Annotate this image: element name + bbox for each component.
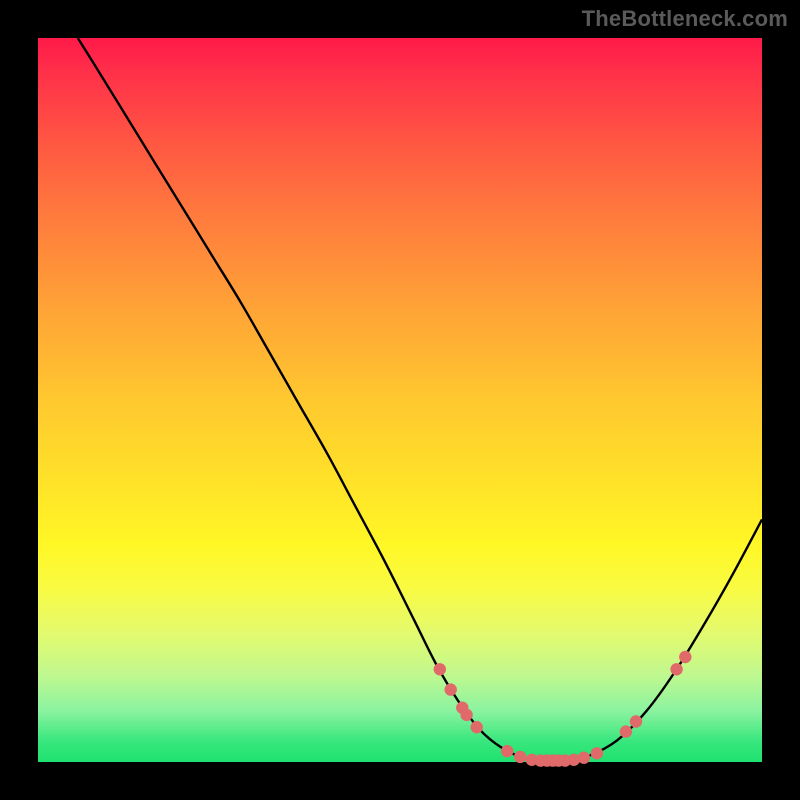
marker-dot [471,721,483,733]
marker-dot [630,715,642,727]
marker-dot [679,651,691,663]
marker-dot [434,663,446,675]
marker-dot [514,751,526,763]
bottleneck-curve [78,38,762,761]
marker-dot [460,709,472,721]
marker-dots-group [434,651,692,767]
marker-dot [445,683,457,695]
watermark-text: TheBottleneck.com [582,6,788,32]
marker-dot [591,747,603,759]
marker-dot [501,745,513,757]
marker-dot [670,663,682,675]
marker-dot [578,752,590,764]
marker-dot [620,725,632,737]
chart-svg [38,38,762,762]
